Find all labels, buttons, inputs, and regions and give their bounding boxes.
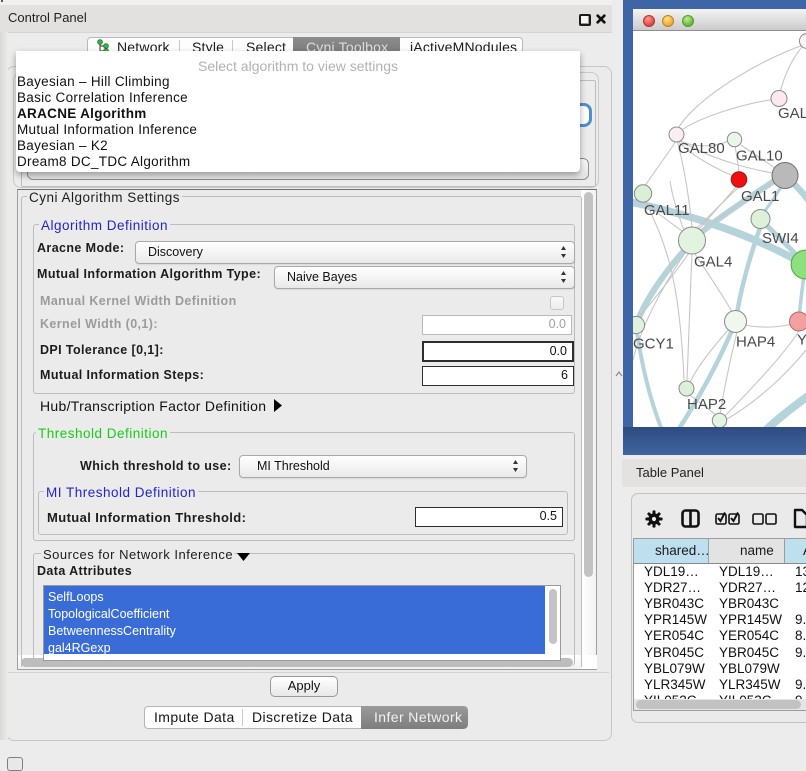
svg-text:GAL4: GAL4 xyxy=(694,254,732,271)
svg-text:GAL11: GAL11 xyxy=(644,202,690,219)
svg-text:HAP2: HAP2 xyxy=(687,396,726,413)
svg-text:SWI4: SWI4 xyxy=(762,230,799,247)
svg-text:GAL80: GAL80 xyxy=(678,140,725,157)
svg-text:GAL10: GAL10 xyxy=(736,148,783,165)
svg-text:GCY1: GCY1 xyxy=(633,336,674,353)
svg-text:GAL7: GAL7 xyxy=(778,105,806,122)
svg-text:GAL1: GAL1 xyxy=(741,188,779,205)
svg-text:HAP4: HAP4 xyxy=(736,334,775,351)
svg-text:Y: Y xyxy=(797,332,806,349)
